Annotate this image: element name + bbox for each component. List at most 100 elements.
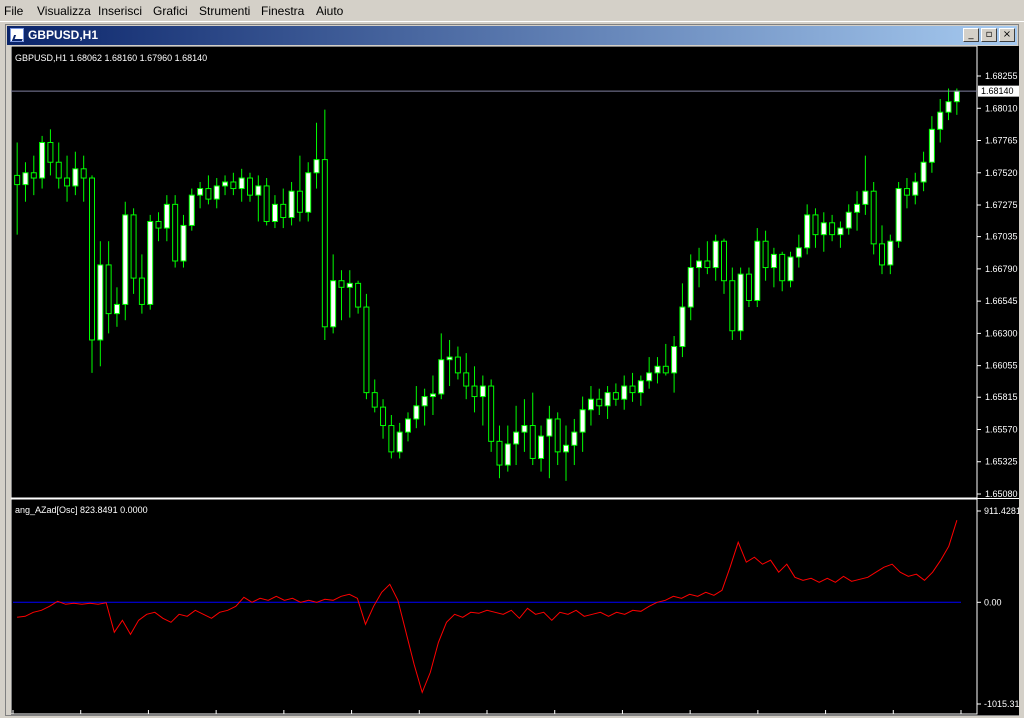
candle xyxy=(122,201,129,321)
candle-body xyxy=(446,356,453,361)
candle xyxy=(346,270,353,318)
candle-body xyxy=(413,405,420,420)
candle-body xyxy=(654,365,661,374)
candle xyxy=(845,204,852,235)
candle-body xyxy=(105,264,112,315)
candle-body xyxy=(504,443,511,466)
restore-button[interactable]: ▫ xyxy=(981,28,997,42)
price-tick-label: 1.67520 xyxy=(985,168,1018,178)
candle-body xyxy=(721,240,727,282)
candle-body xyxy=(64,177,71,187)
candle-body xyxy=(122,214,129,305)
candle-body xyxy=(429,393,436,398)
chart-canvas[interactable]: 1.68255 1.68010 1.67765 1.67520 1.67275 1.670… xyxy=(10,45,1021,718)
candle-body xyxy=(612,392,619,400)
menu-visualizza[interactable]: Visualizza xyxy=(37,4,91,18)
menu-inserisci[interactable]: Inserisci xyxy=(98,4,142,18)
candle-body xyxy=(754,240,761,301)
candle-body xyxy=(271,203,278,222)
candle-body xyxy=(587,398,594,411)
candle xyxy=(529,392,536,466)
candle xyxy=(787,251,794,288)
candle-body xyxy=(371,392,378,408)
candle xyxy=(912,172,919,205)
indicator-panel-frame xyxy=(10,498,978,715)
candle xyxy=(621,375,628,410)
candle xyxy=(779,251,786,292)
menu-strumenti[interactable]: Strumenti xyxy=(199,4,250,18)
candle xyxy=(920,151,927,192)
menu-finestra[interactable]: Finestra xyxy=(261,4,304,18)
indicator-panel-header: ang_AZad[Osc] 823.8491 0.0000 xyxy=(15,505,148,515)
window-titlebar[interactable]: GBPUSD,H1 _ ▫ × xyxy=(7,26,1017,45)
candle xyxy=(953,88,960,115)
candle xyxy=(155,212,162,242)
candle xyxy=(862,155,869,215)
candle-body xyxy=(521,425,528,433)
candle xyxy=(30,155,37,196)
close-button[interactable]: × xyxy=(999,28,1015,42)
candle xyxy=(479,375,486,426)
price-tick-label: 1.66055 xyxy=(985,361,1018,371)
candle-body xyxy=(629,385,636,394)
candle-body xyxy=(554,418,561,453)
candle xyxy=(147,214,154,310)
candle-body xyxy=(671,346,678,374)
candle xyxy=(770,247,777,288)
current-price-label: 1.68140 xyxy=(981,86,1014,96)
candle-body xyxy=(405,418,411,433)
candle xyxy=(812,208,819,248)
candle xyxy=(504,425,511,472)
candle xyxy=(687,254,694,321)
candle xyxy=(762,230,769,281)
window-title: GBPUSD,H1 xyxy=(28,28,99,42)
candle-body xyxy=(238,177,245,190)
minimize-button[interactable]: _ xyxy=(963,28,979,42)
candle xyxy=(355,280,362,314)
candle-body xyxy=(879,243,885,266)
oscillator-group xyxy=(13,520,961,694)
candle-body xyxy=(14,174,21,186)
candle-body xyxy=(454,356,461,374)
oscillator-series-line xyxy=(17,520,958,694)
current-price-tag: 1.68140 xyxy=(978,85,1019,97)
candle xyxy=(197,181,204,209)
candle-body xyxy=(39,141,46,179)
indicator-tick-label: 911.4281 xyxy=(984,506,1019,516)
candle xyxy=(205,175,212,205)
candle-body xyxy=(770,253,777,269)
candle xyxy=(72,151,79,196)
candle xyxy=(903,178,910,209)
candle xyxy=(571,418,578,466)
menu-aiuto[interactable]: Aiuto xyxy=(316,4,343,18)
candle xyxy=(563,425,569,481)
menu-file[interactable]: File xyxy=(4,4,23,18)
candle-body xyxy=(745,273,752,301)
candle-body xyxy=(762,240,769,269)
candle xyxy=(330,254,337,334)
candle xyxy=(55,142,62,189)
candle xyxy=(313,122,320,189)
price-tick-label: 1.66300 xyxy=(985,328,1018,338)
menu-grafici[interactable]: Grafici xyxy=(153,4,188,18)
candle-body xyxy=(854,203,861,213)
candle xyxy=(89,175,95,373)
candle xyxy=(321,109,328,340)
candle-body xyxy=(247,177,253,196)
chart-svg[interactable]: 1.68255 1.68010 1.67765 1.67520 1.67275 1.670… xyxy=(10,45,1021,718)
candle xyxy=(39,135,46,189)
candle xyxy=(671,336,678,393)
candle-body xyxy=(80,168,87,179)
candle-body xyxy=(837,227,844,236)
candle-body xyxy=(662,365,669,374)
candle xyxy=(405,412,411,442)
candle-body xyxy=(604,392,611,407)
candle xyxy=(729,267,736,340)
price-tick-label: 1.65325 xyxy=(985,457,1018,467)
candle-body xyxy=(912,181,919,196)
candle xyxy=(247,172,253,202)
candle-body xyxy=(172,203,179,262)
indicator-axis: 911.4281 0.00 -1015.31 xyxy=(977,506,1021,709)
candle xyxy=(596,388,603,416)
candle xyxy=(554,412,561,466)
